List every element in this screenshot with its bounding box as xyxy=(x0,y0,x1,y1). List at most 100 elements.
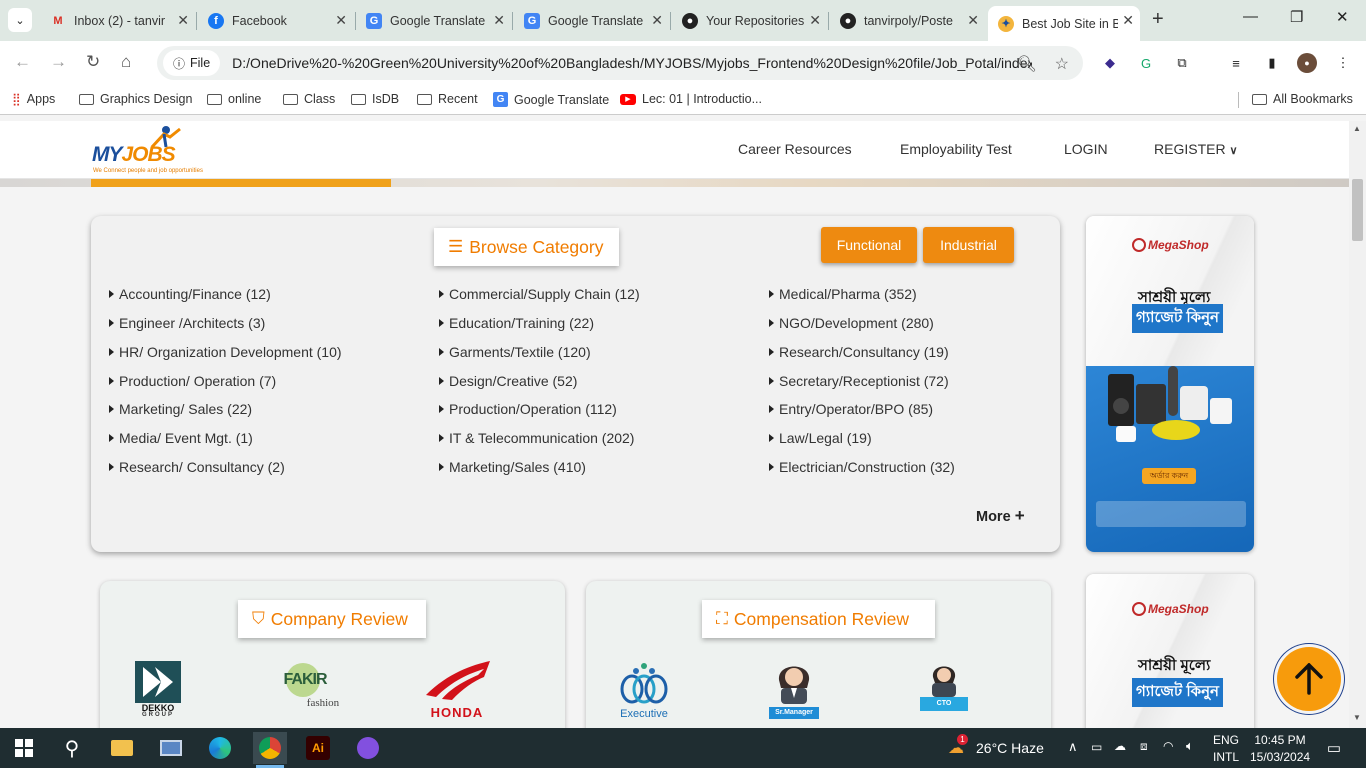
category-link[interactable]: Research/ Consultancy (2) xyxy=(109,459,285,475)
tab-gmail[interactable]: M Inbox (2) - tanvir ✕ xyxy=(40,6,195,36)
file-explorer-button[interactable] xyxy=(110,736,134,760)
close-icon[interactable]: ✕ xyxy=(809,12,821,29)
tab-search-button[interactable]: ⌄ xyxy=(8,8,32,32)
chevron-up-icon[interactable]: ∧ xyxy=(1068,739,1078,755)
category-link[interactable]: Design/Creative (52) xyxy=(439,373,577,389)
tab-your-repositories[interactable]: ● Your Repositories ✕ xyxy=(672,6,827,36)
scroll-up-arrow-icon[interactable]: ▲ xyxy=(1353,124,1361,133)
back-button[interactable]: ← xyxy=(14,52,31,72)
category-link[interactable]: Garments/Textile (120) xyxy=(439,344,591,360)
bookmark-graphics-design[interactable]: Graphics Design xyxy=(79,92,192,106)
network-icon[interactable]: ⧈ xyxy=(1140,739,1148,754)
bookmark-google-translate[interactable]: G Google Translate xyxy=(493,92,609,107)
wifi-icon[interactable]: ◠ xyxy=(1163,739,1173,753)
sr-manager-role[interactable]: Sr.Manager xyxy=(767,658,821,720)
category-link[interactable]: Media/ Event Mgt. (1) xyxy=(109,430,253,446)
home-button[interactable]: ⌂ xyxy=(121,52,131,72)
omnibox[interactable]: ⓘ File D:/OneDrive%20-%20Green%20Univers… xyxy=(157,46,1083,80)
tab-google-translate-2[interactable]: G Google Translate ✕ xyxy=(514,6,669,36)
media-control-icon[interactable]: ≡ xyxy=(1226,53,1246,73)
category-link[interactable]: IT & Telecommunication (202) xyxy=(439,430,634,446)
volume-icon[interactable]: 🔈︎ xyxy=(1186,738,1194,754)
url-text[interactable]: D:/OneDrive%20-%20Green%20University%20o… xyxy=(232,55,1032,71)
side-panel-icon[interactable]: ▮ xyxy=(1262,53,1282,73)
tab-google-translate-1[interactable]: G Google Translate ✕ xyxy=(356,6,511,36)
clock[interactable]: 10:45 PM 15/03/2024 xyxy=(1250,733,1310,764)
bookmark-lecture[interactable]: ▶ Lec: 01 | Introductio... xyxy=(620,92,762,106)
cloud-icon[interactable]: ☁ xyxy=(1114,739,1126,753)
pc-app-button[interactable] xyxy=(159,736,183,760)
dekko-logo[interactable]: DEKKO GROUP xyxy=(135,661,181,719)
page-scrollbar[interactable]: ▲ ▼ xyxy=(1349,121,1366,728)
bookmark-isdb[interactable]: IsDB xyxy=(351,92,399,106)
scroll-thumb[interactable] xyxy=(1352,179,1363,241)
category-link[interactable]: Secretary/Receptionist (72) xyxy=(769,373,949,389)
puzzle-icon[interactable]: ⧉ xyxy=(1172,53,1192,73)
nav-employability-test[interactable]: Employability Test xyxy=(900,141,1012,157)
executive-role[interactable]: Executive xyxy=(614,661,674,721)
forward-button[interactable]: → xyxy=(50,52,67,72)
battery-icon[interactable]: ▭ xyxy=(1091,740,1102,754)
windows-start-button[interactable] xyxy=(12,736,36,760)
category-link[interactable]: Law/Legal (19) xyxy=(769,430,872,446)
nav-login[interactable]: LOGIN xyxy=(1064,141,1108,157)
menu-icon[interactable]: ⋮ xyxy=(1333,53,1353,73)
category-link[interactable]: Medical/Pharma (352) xyxy=(769,286,917,302)
notifications-button[interactable]: ▭ xyxy=(1322,736,1346,760)
profile-avatar[interactable]: ● xyxy=(1297,53,1317,73)
bookmark-class[interactable]: Class xyxy=(283,92,335,106)
minimize-button[interactable]: — xyxy=(1243,8,1258,25)
honda-logo[interactable]: HONDA xyxy=(422,659,492,720)
functional-toggle-button[interactable]: Functional xyxy=(821,227,917,263)
close-window-button[interactable]: ✕ xyxy=(1336,8,1349,26)
github-desktop-button[interactable] xyxy=(356,736,380,760)
grammarly-icon[interactable]: G xyxy=(1136,53,1156,73)
category-link[interactable]: Research/Consultancy (19) xyxy=(769,344,949,360)
reload-button[interactable]: ↻ xyxy=(86,52,100,72)
category-link[interactable]: Production/Operation (112) xyxy=(439,401,617,417)
extension-icon[interactable]: ◆ xyxy=(1100,53,1120,73)
bookmark-apps[interactable]: ⣿ Apps xyxy=(12,92,55,106)
edge-button[interactable] xyxy=(208,736,232,760)
close-icon[interactable]: ✕ xyxy=(177,12,189,29)
close-icon[interactable]: ✕ xyxy=(967,12,979,29)
bookmark-star-icon[interactable]: ☆ xyxy=(1055,56,1069,73)
fakir-fashion-logo[interactable]: FAKIR fashion xyxy=(272,663,347,717)
search-button[interactable]: ⚲ xyxy=(60,736,84,760)
category-link[interactable]: Electrician/Construction (32) xyxy=(769,459,955,475)
nav-career-resources[interactable]: Career Resources xyxy=(738,141,852,157)
close-icon[interactable]: ✕ xyxy=(493,12,505,29)
category-link[interactable]: Education/Training (22) xyxy=(439,315,594,331)
back-to-top-button[interactable] xyxy=(1277,647,1341,711)
chrome-button[interactable] xyxy=(253,732,287,764)
category-link[interactable]: Engineer /Architects (3) xyxy=(109,315,265,331)
weather-text[interactable]: 26°C Haze xyxy=(976,740,1044,756)
category-link[interactable]: Marketing/ Sales (22) xyxy=(109,401,252,417)
category-link[interactable]: Entry/Operator/BPO (85) xyxy=(769,401,933,417)
site-info-chip[interactable]: ⓘ File xyxy=(163,50,221,76)
close-icon[interactable]: ✕ xyxy=(335,12,347,29)
language-indicator[interactable]: ENG INTL xyxy=(1213,733,1239,764)
category-link[interactable]: Accounting/Finance (12) xyxy=(109,286,271,302)
zoom-icon[interactable]: 🔍︎ xyxy=(1017,56,1037,73)
new-tab-button[interactable]: + xyxy=(1152,8,1164,31)
bookmark-all-bookmarks[interactable]: All Bookmarks xyxy=(1252,92,1353,106)
restore-button[interactable]: ❐ xyxy=(1290,8,1303,26)
illustrator-button[interactable]: Ai xyxy=(306,736,330,760)
nav-register[interactable]: REGISTER ∨ xyxy=(1154,141,1238,157)
cto-role[interactable]: CTO xyxy=(919,661,969,713)
close-icon[interactable]: ✕ xyxy=(651,12,663,29)
bookmark-recent[interactable]: Recent xyxy=(417,92,478,106)
category-link[interactable]: Marketing/Sales (410) xyxy=(439,459,586,475)
ad-order-button[interactable]: অর্ডার করুন xyxy=(1142,468,1196,484)
tab-tanvirpoly[interactable]: ● tanvirpoly/Poste ✕ xyxy=(830,6,985,36)
more-categories-button[interactable]: More + xyxy=(976,506,1025,526)
megashop-ad-banner[interactable]: MegaShop সাশ্রয়ী মূল্যে গ্যাজেট কিনুন অ… xyxy=(1086,216,1254,552)
bookmark-online[interactable]: online xyxy=(207,92,261,106)
category-link[interactable]: Commercial/Supply Chain (12) xyxy=(439,286,640,302)
close-icon[interactable]: ✕ xyxy=(1122,12,1134,29)
industrial-toggle-button[interactable]: Industrial xyxy=(923,227,1014,263)
megashop-ad-banner-2[interactable]: MegaShop সাশ্রয়ী মূল্যে গ্যাজেট কিনুন xyxy=(1086,574,1254,728)
myjobs-logo[interactable]: MYJOBS We Connect people and job opportu… xyxy=(92,125,217,177)
category-link[interactable]: NGO/Development (280) xyxy=(769,315,934,331)
